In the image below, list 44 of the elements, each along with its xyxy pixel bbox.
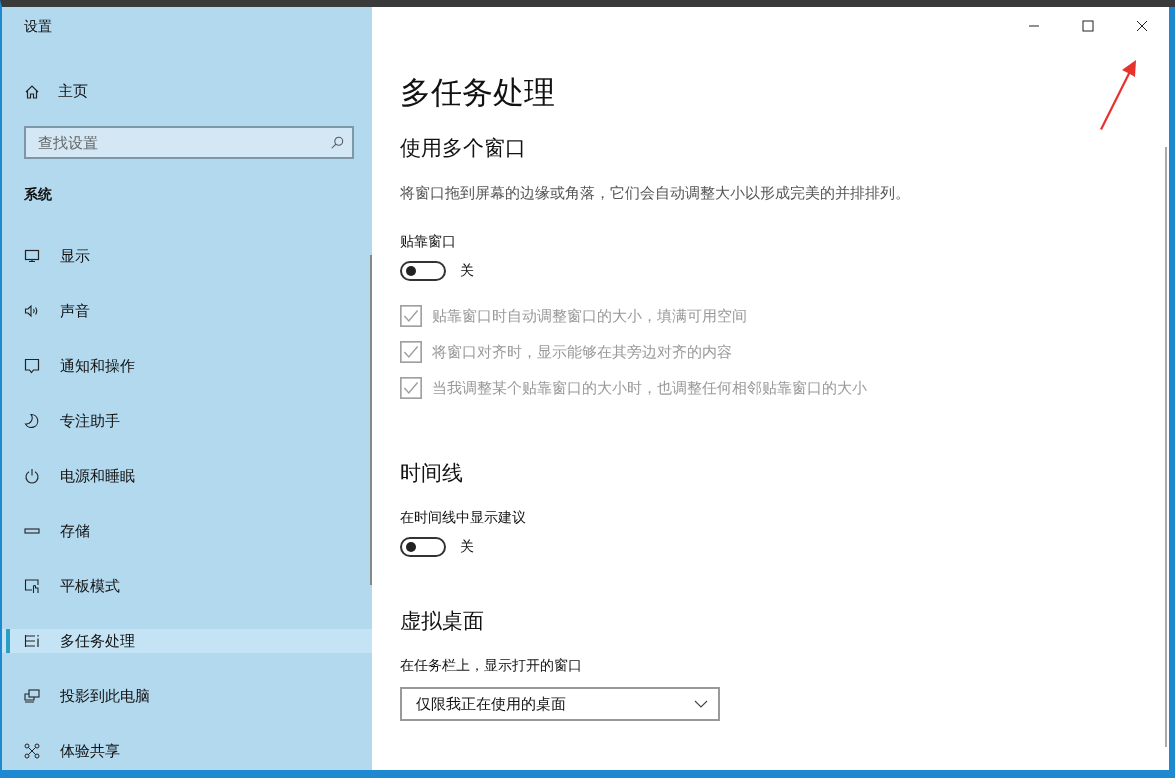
sidebar-item[interactable]: 声音 [2, 299, 372, 323]
sidebar-item[interactable]: 投影到此电脑 [2, 684, 372, 708]
maximize-icon [1082, 20, 1094, 32]
toggle-state: 关 [460, 538, 474, 556]
section-heading: 时间线 [400, 460, 464, 487]
section-heading: 虚拟桌面 [400, 608, 485, 635]
annotation-arrow [1098, 59, 1138, 131]
section-heading: 系统 [24, 186, 53, 204]
sidebar-item[interactable]: 通知和操作 [2, 354, 372, 378]
chevron-down-icon [694, 700, 708, 708]
scrollbar[interactable] [1165, 147, 1167, 747]
search-field[interactable]: 查找设置 [24, 126, 354, 159]
setting-label: 在任务栏上，显示打开的窗口 [400, 657, 583, 675]
description: 将窗口拖到屏幕的边缘或角落，它们会自动调整大小以形成完美的并排排列。 [400, 184, 911, 203]
dropdown[interactable]: 仅限我正在使用的桌面 [400, 687, 720, 721]
power-icon [24, 468, 40, 484]
toggle-switch[interactable] [400, 537, 446, 557]
sidebar-item[interactable]: 平板模式 [2, 574, 372, 598]
speaker-icon [24, 303, 40, 319]
search-icon [330, 136, 344, 150]
tablet-hand-icon [24, 578, 40, 594]
message-icon [24, 358, 40, 374]
multitask-icon [24, 633, 40, 649]
toggle-switch[interactable] [400, 261, 446, 281]
section-heading: 使用多个窗口 [400, 135, 527, 162]
page-title: 多任务处理 [400, 73, 555, 112]
sidebar-item[interactable]: 专注助手 [2, 409, 372, 433]
share-icon [24, 743, 40, 759]
sidebar-item[interactable]: 多任务处理 [2, 629, 372, 653]
home-link[interactable]: 主页 [24, 82, 372, 101]
home-icon [24, 83, 40, 100]
scrollbar[interactable] [370, 255, 372, 585]
setting-label: 在时间线中显示建议 [400, 509, 527, 527]
sidebar-item[interactable]: 体验共享 [2, 739, 372, 763]
window-title: 设置 [24, 18, 53, 36]
monitor-icon [24, 248, 40, 264]
toggle-state: 关 [460, 262, 474, 280]
moon-icon [24, 413, 40, 429]
sidebar-item[interactable]: 电源和睡眠 [2, 464, 372, 488]
sidebar-item[interactable]: 显示 [2, 244, 372, 268]
sidebar-item[interactable]: 存储 [2, 519, 372, 543]
close-icon [1136, 20, 1148, 32]
project-icon [24, 688, 40, 704]
setting-label: 贴靠窗口 [400, 233, 457, 251]
